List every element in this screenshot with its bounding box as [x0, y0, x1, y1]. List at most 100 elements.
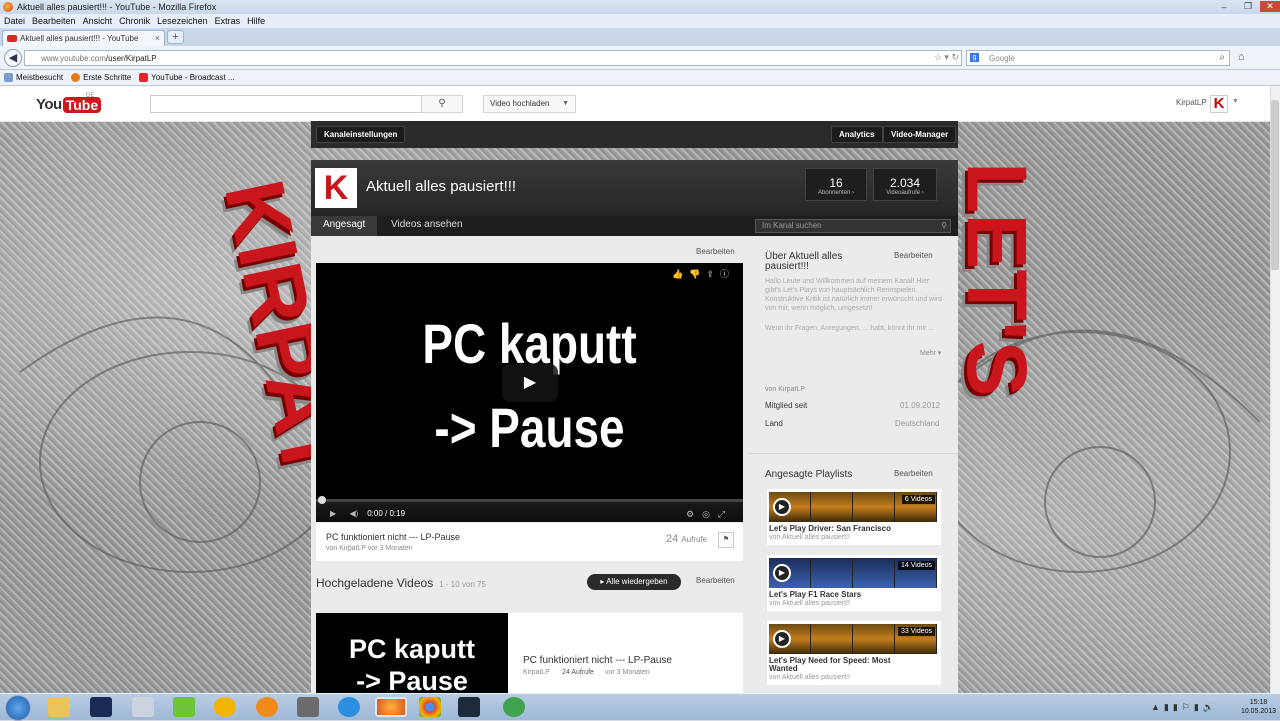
video-manager-button[interactable]: Video-Manager [883, 126, 957, 143]
system-tray-icons[interactable]: ▲▮▮⚐▮🔊 [1151, 702, 1218, 713]
menu-chronik[interactable]: Chronik [119, 16, 150, 26]
close-tab-icon[interactable]: × [155, 33, 160, 43]
gimp-icon[interactable] [297, 697, 319, 717]
search-icon[interactable]: ⚲ [941, 220, 947, 232]
about-edit-link[interactable]: Bearbeiten [894, 251, 933, 260]
app-icon[interactable] [132, 697, 154, 717]
channel-logo[interactable]: K [315, 168, 357, 208]
browser-tab[interactable]: Aktuell alles pausiert!!! - YouTube × [2, 30, 165, 46]
avatar[interactable]: K [1210, 95, 1228, 113]
search-icon: ⚲ [438, 98, 446, 109]
video-card-author: KirpatLP [523, 669, 550, 676]
more-link[interactable]: Mehr ▾ [920, 349, 941, 358]
main-column: Bearbeiten PC kaputt -> Pause ▶ 👍👎⇪ⓘ ▶ ◀… [311, 236, 748, 696]
about-description-2: Wenn ihr Fragen, Anregungen, ... habt, k… [765, 325, 935, 332]
progress-handle[interactable] [318, 496, 326, 504]
bookmark-erste-schritte[interactable]: Erste Schritte [71, 73, 131, 82]
video-card-title[interactable]: PC funktioniert nicht --- LP-Pause [523, 655, 672, 666]
navigation-bar: ◀ www.youtube.com/user/KirpatLP ☆ ▾ ↻ g … [0, 46, 1280, 70]
player-top-icons[interactable]: 👍👎⇪ⓘ [672, 267, 735, 280]
menu-bearbeiten[interactable]: Bearbeiten [32, 16, 76, 26]
playlist-title[interactable]: Let's Play F1 Race Stars [769, 591, 861, 599]
youtube-header: You Tube DE ⚲ Video hochladen ▼ KirpatLP K… [0, 86, 1270, 122]
views-count: 2.034 [889, 176, 921, 190]
views-stat[interactable]: 2.034 Videoaufrufe › [873, 168, 937, 201]
account-menu-icon[interactable]: ▼ [1232, 98, 1239, 105]
monitor-icon[interactable] [90, 697, 112, 717]
playlist-card-1[interactable]: ▶ 6 Videos Let's Play Driver: San Franci… [767, 489, 941, 545]
steam-icon[interactable] [458, 697, 480, 717]
xbox-icon[interactable] [503, 697, 525, 717]
back-button[interactable]: ◀ [4, 49, 22, 67]
menu-extras[interactable]: Extras [215, 16, 241, 26]
browser-search-input[interactable]: g Google ⌕ [966, 50, 1230, 66]
uploaded-edit-link[interactable]: Bearbeiten [696, 576, 735, 585]
play-all-button[interactable]: ▸ Alle wiedergeben [587, 574, 681, 590]
new-tab-button[interactable]: + [167, 30, 184, 44]
logo-tube: Tube [62, 96, 102, 113]
minimize-button[interactable]: – [1214, 1, 1234, 12]
chrome-icon[interactable] [419, 697, 441, 717]
clock[interactable]: 15:18 10.05.2013 [1241, 698, 1276, 716]
volume-icon[interactable]: ◀) [350, 509, 359, 518]
close-window-button[interactable]: ✕ [1260, 1, 1280, 12]
flag-icon[interactable]: ⚑ [718, 532, 734, 548]
username[interactable]: KirpatLP [1176, 98, 1207, 107]
subscribers-stat[interactable]: 16 Abonnenten › [805, 168, 867, 201]
bookmark-meistbesucht[interactable]: Meistbesucht [4, 73, 63, 82]
utorrent-icon[interactable] [173, 697, 195, 717]
playlist-subtitle: von Aktuell alles pausiert!! [769, 534, 850, 541]
play-button[interactable]: ▶ [502, 364, 558, 402]
youtube-search-input[interactable] [150, 95, 422, 113]
clock-date: 10.05.2013 [1240, 708, 1276, 715]
video-card[interactable]: PC kaputt -> Pause PC funktioniert nicht… [316, 613, 743, 696]
url-bar[interactable]: www.youtube.com/user/KirpatLP ☆ ▾ ↻ [24, 50, 962, 66]
firefox-taskbar-icon[interactable] [375, 697, 407, 717]
blender-icon[interactable] [256, 697, 278, 717]
chevron-down-icon[interactable]: ▼ [562, 96, 569, 112]
progress-bar[interactable] [316, 499, 743, 502]
play-icon[interactable]: ▶ [773, 564, 791, 582]
analytics-button[interactable]: Analytics [831, 126, 883, 143]
video-player[interactable]: PC kaputt -> Pause ▶ 👍👎⇪ⓘ ▶ ◀) 0:00 / 0:… [316, 263, 743, 522]
tab-videos-ansehen[interactable]: Videos ansehen [379, 216, 475, 236]
window-titlebar: Aktuell alles pausiert!!! - YouTube - Mo… [0, 0, 1280, 14]
explorer-icon[interactable] [48, 697, 70, 717]
youtube-search-button[interactable]: ⚲ [421, 95, 463, 113]
channel-header: K Aktuell alles pausiert!!! 16 Abonnente… [311, 160, 958, 216]
featured-edit-link[interactable]: Bearbeiten [696, 247, 735, 256]
settings-icon[interactable]: ⚙◎⤢ [686, 509, 733, 520]
bookmark-star-icon[interactable]: ☆ ▾ ↻ [934, 52, 959, 63]
tab-angesagt[interactable]: Angesagt [311, 216, 378, 236]
youtube-logo[interactable]: You Tube DE [36, 93, 102, 113]
home-icon[interactable]: ⌂ [1238, 51, 1245, 63]
menu-lesezeichen[interactable]: Lesezeichen [157, 16, 208, 26]
featured-video-title[interactable]: PC funktioniert nicht --- LP-Pause [326, 532, 460, 542]
play-icon[interactable]: ▶ [773, 498, 791, 516]
playlist-card-2[interactable]: ▶ 14 Videos Let's Play F1 Race Stars von… [767, 555, 941, 611]
playlist-card-3[interactable]: ▶ 33 Videos Let's Play Need for Speed: M… [767, 621, 941, 685]
play-icon[interactable]: ▶ [773, 630, 791, 648]
start-button[interactable] [5, 695, 31, 721]
scrollbar-thumb[interactable] [1271, 100, 1279, 270]
menu-datei[interactable]: Datei [4, 16, 25, 26]
headset-icon[interactable] [214, 697, 236, 717]
channel-settings-button[interactable]: Kanaleinstellungen [316, 126, 406, 143]
playlist-title[interactable]: Let's Play Driver: San Francisco [769, 525, 891, 533]
playlist-count: 6 Videos [901, 495, 935, 504]
playlists-edit-link[interactable]: Bearbeiten [894, 469, 933, 478]
menu-ansicht[interactable]: Ansicht [83, 16, 113, 26]
upload-button[interactable]: Video hochladen ▼ [483, 95, 576, 113]
about-from: von KirpatLP [765, 386, 806, 393]
video-card-views: 24 Aufrufe [562, 669, 594, 676]
play-icon[interactable]: ▶ [330, 509, 336, 518]
video-thumbnail[interactable]: PC kaputt -> Pause [316, 613, 508, 696]
bookmarks-bar: Meistbesucht Erste Schritte YouTube - Br… [0, 70, 1280, 86]
bookmark-youtube-broadcast[interactable]: YouTube - Broadcast ... [139, 73, 235, 82]
internet-explorer-icon[interactable] [338, 697, 360, 717]
channel-search-input[interactable]: Im Kanal suchen ⚲ [755, 219, 951, 233]
search-go-icon[interactable]: ⌕ [1219, 52, 1225, 63]
playlist-title[interactable]: Let's Play Need for Speed: Most Wanted [769, 657, 919, 673]
maximize-button[interactable]: ❐ [1238, 1, 1258, 12]
menu-hilfe[interactable]: Hilfe [247, 16, 265, 26]
